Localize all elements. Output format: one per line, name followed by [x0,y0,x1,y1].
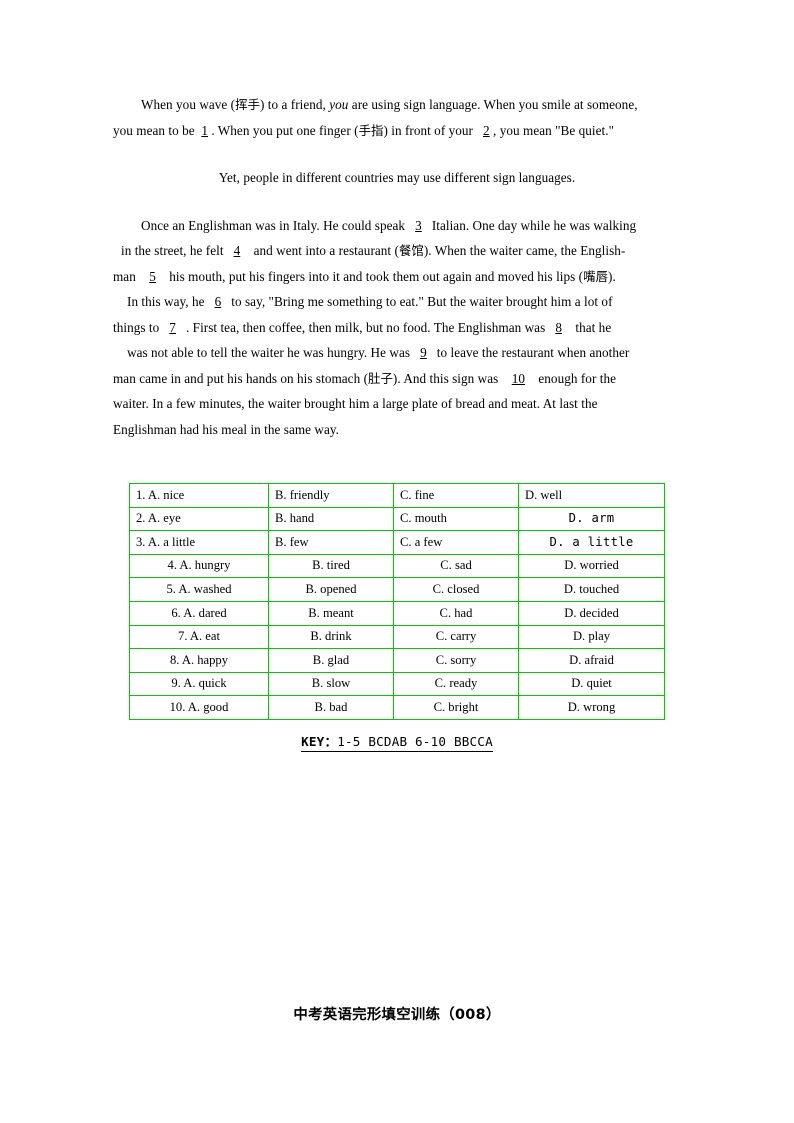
options-table-body: 1. A. nice B. friendly C. fine D. well 2… [129,483,665,720]
option-c[interactable]: C. sad [393,553,519,579]
cjk-gloss-restaurant: 餐馆 [398,243,424,258]
blank-4: 4 [233,243,241,258]
option-b[interactable]: B. friendly [268,483,394,508]
page-footer-title: 中考英语完形填空训练（008） [293,1007,501,1023]
option-d[interactable]: D. decided [518,600,665,626]
option-a[interactable]: 2. A. eye [129,506,269,532]
answer-key-underline: KEY：1-5 BCDAB 6-10 BBCCA [301,731,493,752]
option-c[interactable]: C. bright [393,695,519,720]
option-c[interactable]: C. ready [393,671,519,697]
cjk-gloss-stomach: 肚子 [368,370,393,386]
option-c[interactable]: C. a few [393,530,519,555]
option-b[interactable]: B. hand [268,506,394,532]
option-b[interactable]: B. opened [268,577,394,602]
option-b[interactable]: B. meant [268,600,394,626]
option-d[interactable]: D. worried [518,553,665,579]
option-c[interactable]: C. carry [393,624,519,650]
table-row: 9. A. quick B. slow C. ready D. quiet [129,671,665,697]
option-a[interactable]: 6. A. dared [129,600,269,626]
option-a[interactable]: 5. A. washed [129,577,269,602]
option-d[interactable]: D. wrong [518,695,665,720]
option-b[interactable]: B. bad [268,695,394,720]
option-b[interactable]: B. glad [268,648,394,673]
paragraph-3-line-9: Englishman had his meal in the same way. [113,421,340,437]
option-d[interactable]: D. well [518,483,665,508]
answer-key-line: KEY：1-5 BCDAB 6-10 BBCCA [0,731,794,752]
table-row: 1. A. nice B. friendly C. fine D. well [129,483,665,508]
blank-8: 8 [555,319,562,335]
blank-3: 3 [415,217,422,233]
cjk-gloss-wave: 挥手 [235,97,261,112]
table-row: 3. A. a little B. few C. a few D. a litt… [129,530,665,555]
option-b[interactable]: B. drink [268,624,394,650]
option-a[interactable]: 4. A. hungry [129,553,269,579]
paragraph-3-line-5: things to 7 . First tea, then coffee, th… [113,319,612,335]
answer-key-label: KEY： [301,734,338,749]
paragraph-3-line-6: was not able to tell the waiter he was h… [127,345,630,360]
paragraph-1-line-2: you mean to be 1 . When you put one fing… [113,122,615,138]
option-a[interactable]: 8. A. happy [129,648,269,673]
table-row: 10. A. good B. bad C. bright D. wrong [129,695,665,720]
blank-7: 7 [169,319,176,335]
option-a[interactable]: 9. A. quick [129,671,269,697]
blank-10: 10 [511,370,525,386]
table-row: 4. A. hungry B. tired C. sad D. worried [129,553,665,579]
table-row: 6. A. dared B. meant C. had D. decided [129,600,665,626]
option-a[interactable]: 3. A. a little [129,530,269,555]
passage-body: When you wave (挥手) to a friend, you are … [113,92,681,442]
option-b[interactable]: B. few [268,530,394,555]
table-row: 8. A. happy B. glad C. sorry D. afraid [129,648,665,673]
option-a[interactable]: 7. A. eat [129,624,269,650]
emphasis-you: you [329,97,349,112]
option-d[interactable]: D. afraid [518,648,665,673]
cjk-gloss-finger: 手指 [358,122,384,138]
paragraph-3-line-1: Once an Englishman was in Italy. He coul… [141,217,637,233]
options-table: 1. A. nice B. friendly C. fine D. well 2… [129,483,665,720]
option-c[interactable]: C. mouth [393,506,519,532]
option-a[interactable]: 1. A. nice [129,483,269,508]
blank-6: 6 [214,294,222,309]
blank-5: 5 [149,268,156,284]
table-row: 5. A. washed B. opened C. closed D. touc… [129,577,665,602]
option-d[interactable]: D. touched [518,577,665,602]
table-row: 7. A. eat B. drink C. carry D. play [129,624,665,650]
paragraph-1: When you wave (挥手) to a friend, you are … [113,92,681,143]
blank-1: 1 [201,122,208,138]
paragraph-3-line-7: man came in and put his hands on his sto… [113,370,616,386]
option-d[interactable]: D. quiet [518,671,665,697]
paragraph-2-text: Yet, people in different countries may u… [218,170,576,185]
paragraph-3-line-3: man 5 his mouth, put his fingers into it… [113,268,616,284]
table-row: 2. A. eye B. hand C. mouth D. arm [129,506,665,532]
option-c[interactable]: C. closed [393,577,519,602]
paragraph-3-line-2: in the street, he felt 4 and went into a… [121,243,626,258]
paragraph-3: Once an Englishman was in Italy. He coul… [113,213,681,443]
option-b[interactable]: B. tired [268,553,394,579]
option-d[interactable]: D. a little [518,530,665,555]
paragraph-3-line-8: waiter. In a few minutes, the waiter bro… [113,396,598,411]
paragraph-2: Yet, people in different countries may u… [113,165,681,191]
option-a[interactable]: 10. A. good [129,695,269,720]
blank-9: 9 [420,345,427,360]
cjk-gloss-lips: 嘴唇 [583,268,609,284]
option-d[interactable]: D. play [518,624,665,650]
paragraph-3-line-4: In this way, he 6 to say, "Bring me some… [127,294,613,309]
option-d[interactable]: D. arm [518,506,665,532]
option-c[interactable]: C. fine [393,483,519,508]
option-c[interactable]: C. had [393,600,519,626]
paragraph-1-line-1: When you wave (挥手) to a friend, you are … [141,97,638,112]
option-c[interactable]: C. sorry [393,648,519,673]
worksheet-page: When you wave (挥手) to a friend, you are … [0,0,794,1123]
answer-key-values: 1-5 BCDAB 6-10 BBCCA [337,734,493,749]
option-b[interactable]: B. slow [268,671,394,697]
blank-2: 2 [483,122,490,138]
